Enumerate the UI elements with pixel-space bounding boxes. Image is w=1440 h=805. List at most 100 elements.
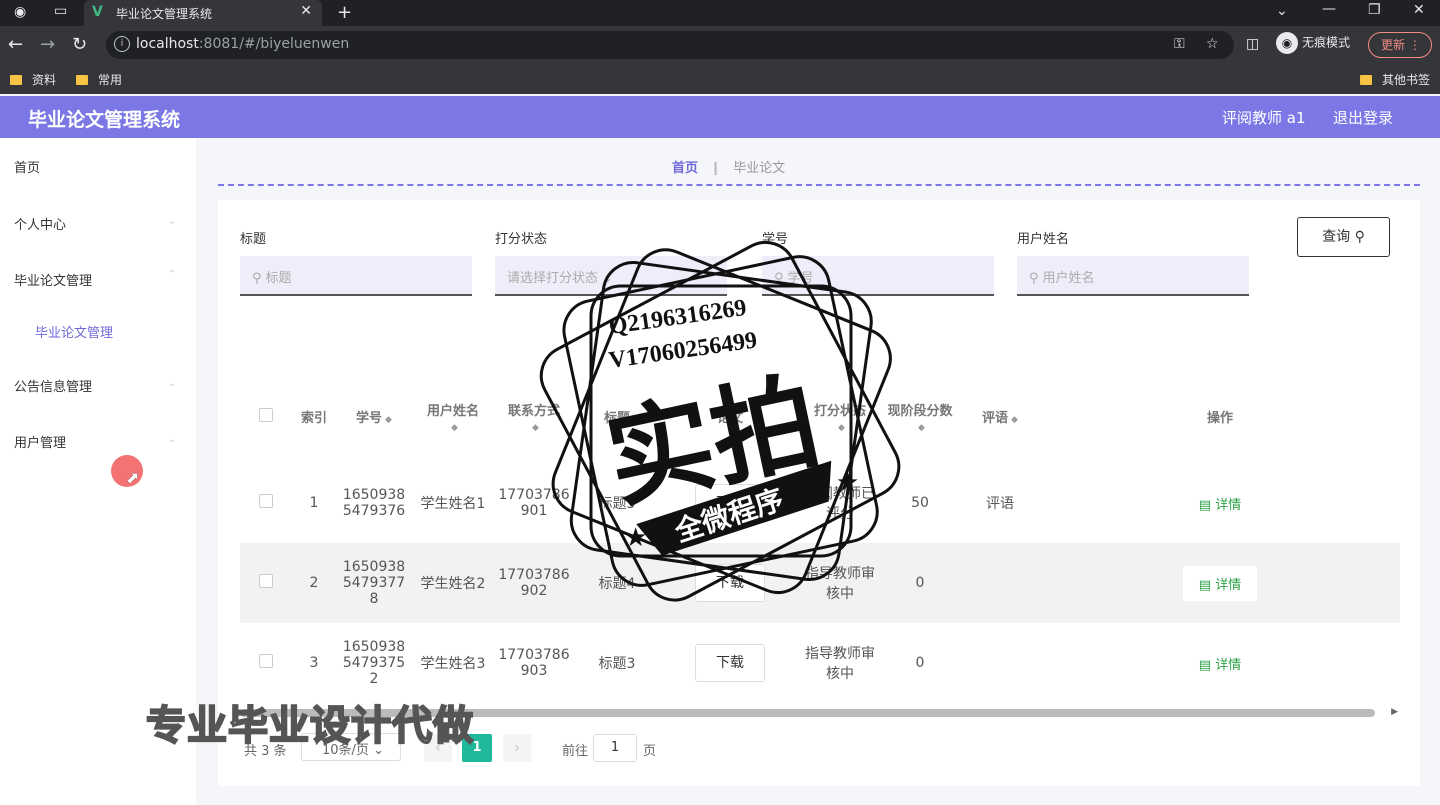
chevron-up-icon: ⌃ — [168, 269, 177, 280]
select-all-checkbox[interactable] — [259, 407, 273, 422]
col-index: 索引 — [300, 411, 327, 426]
col-comment[interactable]: 评语 ◆ — [960, 370, 1040, 463]
browser-tab[interactable]: V 毕业论文管理系统 ✕ — [84, 0, 322, 26]
search-button[interactable]: 查询 ⚲ — [1297, 217, 1390, 257]
restore-icon[interactable]: ❐ — [1368, 2, 1381, 18]
col-name[interactable]: 用户姓名 ◆ — [412, 370, 494, 463]
username-input[interactable]: ⚲ 用户姓名 — [1017, 256, 1249, 296]
chevron-down-icon: ⌄ — [168, 434, 177, 445]
browser-tabstrip: ◉ ▭ V 毕业论文管理系统 ✕ + ⌄ — ❐ ✕ — [0, 0, 1440, 26]
cell-student-id: 16509385479375 2 — [342, 639, 406, 687]
cell-name: 学生姓名1 — [420, 496, 486, 512]
back-icon[interactable]: ← — [8, 34, 23, 55]
star-icon[interactable]: ☆ — [1206, 36, 1219, 52]
page-unit-label: 页 — [643, 744, 657, 759]
col-action: 操作 — [1206, 411, 1233, 426]
select-all-cell — [240, 370, 292, 463]
incognito-profile[interactable]: ◉ 无痕模式 — [1276, 32, 1350, 54]
search-icon: ⚲ — [1029, 271, 1039, 286]
cell-comment — [960, 623, 1040, 703]
cell-phone: 17703786903 — [498, 647, 570, 679]
row-checkbox[interactable] — [259, 574, 273, 588]
row-checkbox[interactable] — [259, 494, 273, 508]
sidebar-item-notice[interactable]: 公告信息管理 — [14, 376, 92, 395]
update-button[interactable]: 更新 ⋮ — [1368, 32, 1432, 58]
minimize-icon[interactable]: — — [1322, 1, 1336, 17]
logout-link[interactable]: 退出登录 — [1333, 107, 1393, 128]
sidebar-item-profile[interactable]: 个人中心 — [14, 214, 66, 233]
globe-icon[interactable]: ◉ — [14, 4, 26, 20]
vue-icon: V — [92, 4, 103, 20]
detail-button[interactable]: ▤ 详情 — [1182, 645, 1258, 681]
sidebar-icon[interactable]: ◫ — [1246, 36, 1259, 52]
document-icon: ▤ — [1198, 577, 1212, 593]
jump-page-input[interactable]: 1 — [593, 734, 637, 762]
watermark-stamp: Q2196316269 V17060256499 实拍 全微程序 ★ ★ — [539, 240, 901, 602]
cell-index: 1 — [309, 495, 319, 511]
new-tab-icon[interactable]: + — [337, 2, 352, 23]
bookmarks-bar: 资料 常用 其他书签 — [0, 64, 1440, 94]
sort-icon: ◆ — [918, 422, 925, 433]
cell-file: 下载 — [660, 623, 800, 703]
address-bar[interactable]: i localhost:8081/#/biyeluenwen ⚿ ☆ — [106, 31, 1234, 59]
title-input[interactable]: ⚲ 标题 — [240, 256, 472, 296]
browser-toolbar: ← → ↻ i localhost:8081/#/biyeluenwen ⚿ ☆… — [0, 26, 1440, 64]
chevron-down-icon: ⌄ — [168, 216, 177, 227]
sidebar-item-thesis[interactable]: 毕业论文管理 — [14, 270, 92, 289]
cell-status: 指导教师审核中 — [805, 646, 875, 682]
cell-index: 3 — [309, 655, 319, 671]
username-label: 用户姓名 — [1017, 232, 1070, 247]
cell-comment — [960, 543, 1040, 623]
close-tab-icon[interactable]: ✕ — [300, 3, 312, 19]
sort-icon: ◆ — [1011, 415, 1018, 425]
download-button[interactable]: 下载 — [695, 644, 765, 682]
cell-name: 学生姓名3 — [420, 656, 486, 672]
cell-student-id: 16509385479376 — [342, 487, 406, 519]
cell-student-id: 16509385479377 8 — [336, 543, 412, 623]
breadcrumb: 首页 ❙ 毕业论文 — [672, 157, 785, 176]
sort-icon: ◆ — [385, 415, 392, 425]
sidebar-item-home[interactable]: 首页 — [14, 157, 40, 176]
table-row: 3 16509385479375 2 学生姓名3 17703786903 标题3… — [240, 623, 1400, 703]
other-bookmarks[interactable]: 其他书签 — [1360, 71, 1430, 88]
bookmark-folder[interactable]: 资料 — [10, 71, 56, 88]
mouse-cursor-icon: ⬈ — [126, 468, 140, 487]
url-text[interactable]: localhost:8081/#/biyeluenwen — [136, 36, 349, 52]
scroll-right-icon[interactable]: ▶ — [1391, 707, 1398, 717]
app-header: 毕业论文管理系统 评阅教师 a1 退出登录 — [0, 96, 1440, 138]
cell-score: 0 — [915, 655, 925, 671]
close-window-icon[interactable]: ✕ — [1413, 2, 1425, 18]
star-icon: ★ — [836, 468, 859, 498]
next-page-button[interactable]: › — [503, 734, 531, 762]
tab-title: 毕业论文管理系统 — [116, 7, 213, 21]
row-checkbox[interactable] — [259, 654, 273, 668]
sort-icon: ◆ — [451, 422, 458, 433]
bookmark-folder[interactable]: 常用 — [76, 71, 122, 88]
sidebar-item-users[interactable]: 用户管理 — [14, 432, 66, 451]
jump-label: 前往 — [562, 744, 589, 759]
chevron-down-icon[interactable]: ⌄ — [1276, 3, 1288, 19]
breadcrumb-current: 毕业论文 — [733, 161, 786, 176]
breadcrumb-home[interactable]: 首页 — [672, 161, 698, 176]
cell-title: 标题3 — [598, 656, 636, 672]
col-student-id[interactable]: 学号 ◆ — [336, 370, 412, 463]
search-icon: ⚲ — [252, 271, 262, 286]
forward-icon[interactable]: → — [40, 34, 55, 55]
document-icon: ▤ — [1198, 497, 1212, 513]
incognito-icon: ◉ — [1276, 32, 1298, 54]
chevron-down-icon: ⌄ — [168, 378, 177, 389]
reload-icon[interactable]: ↻ — [72, 34, 87, 55]
detail-button[interactable]: ▤ 详情 — [1182, 565, 1258, 601]
cell-comment: 评语 — [986, 496, 1014, 512]
tab-list-icon[interactable]: ▭ — [54, 3, 67, 19]
sidebar-subitem-thesis[interactable]: 毕业论文管理 — [35, 322, 113, 341]
title-label: 标题 — [240, 232, 267, 247]
promo-overlay-text: 专业毕业设计代做 — [145, 702, 474, 750]
search-icon: ⚲ — [1354, 229, 1365, 245]
detail-button[interactable]: ▤ 详情 — [1182, 485, 1258, 521]
app-title: 毕业论文管理系统 — [28, 109, 181, 131]
breadcrumb-divider — [218, 184, 1420, 186]
key-icon[interactable]: ⚿ — [1174, 36, 1185, 52]
info-icon[interactable]: i — [114, 36, 130, 52]
document-icon: ▤ — [1198, 657, 1212, 673]
